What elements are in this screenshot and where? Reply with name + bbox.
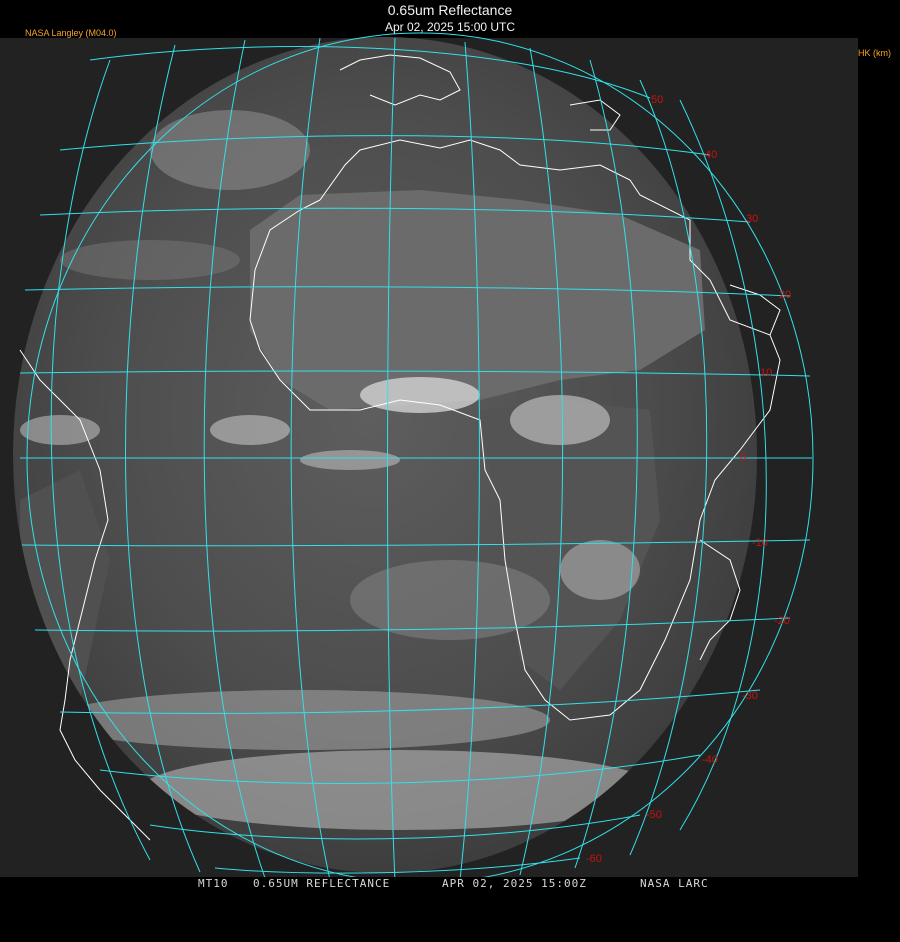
lat-label: 10 [760, 367, 772, 379]
footer-satellite: MT10 [198, 877, 229, 890]
lat-label: 40 [705, 149, 717, 161]
lat-label: 0 [740, 452, 746, 464]
lat-label: -20 [774, 615, 790, 627]
footer-source: NASA LARC [640, 877, 709, 890]
lat-label: -50 [646, 809, 662, 821]
lat-label: 30 [746, 213, 758, 225]
satellite-globe: 50 40 30 20 10 0 -10 -20 -30 -40 -50 -60 [13, 32, 814, 884]
lat-label: 50 [651, 94, 663, 106]
footer-bar: MT10 0.65UM REFLECTANCE APR 02, 2025 15:… [0, 877, 900, 890]
lat-label: -10 [752, 537, 768, 549]
lat-label: -60 [586, 853, 602, 865]
footer-product: 0.65UM REFLECTANCE [253, 877, 391, 890]
footer-time: APR 02, 2025 15:00Z [442, 877, 587, 890]
lat-label: -30 [742, 690, 758, 702]
lat-label: 20 [779, 289, 791, 301]
lat-label: -40 [702, 754, 718, 766]
